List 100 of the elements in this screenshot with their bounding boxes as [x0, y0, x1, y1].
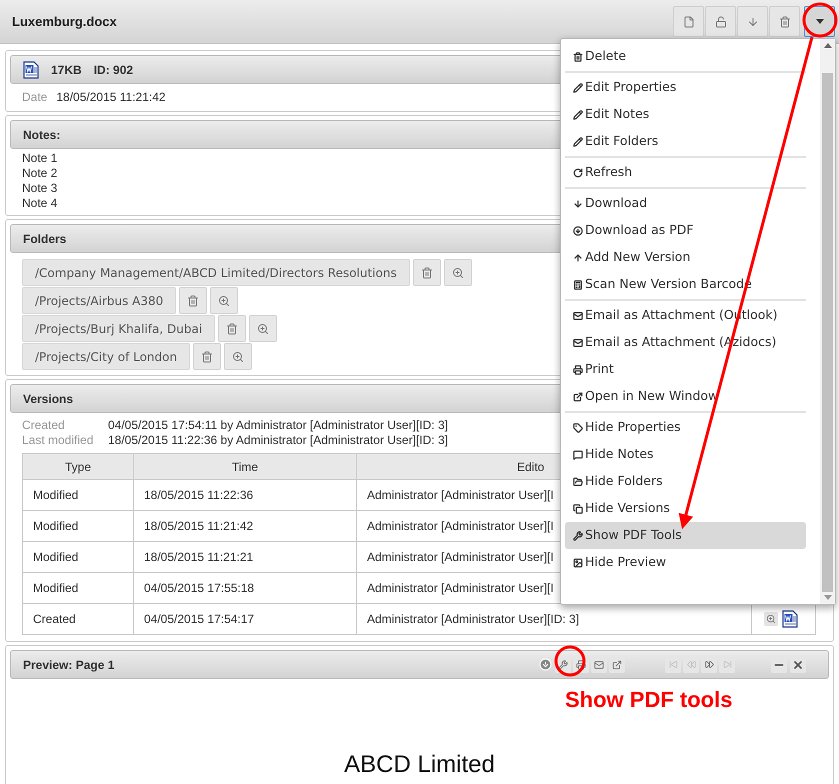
- tag-icon: [573, 422, 583, 432]
- menu-item[interactable]: Add New Version: [565, 244, 806, 271]
- printer-icon: [573, 364, 583, 374]
- zoom-icon: [257, 322, 270, 334]
- folders-title: Folders: [23, 230, 66, 248]
- download-pdf-button[interactable]: [538, 657, 553, 672]
- file-icon: [682, 16, 694, 28]
- menu-item[interactable]: Open in New Window: [565, 383, 806, 410]
- menu-item[interactable]: Show PDF Tools: [565, 522, 806, 549]
- mail-icon: [573, 338, 583, 348]
- table-cell: 18/05/2015 11:21:42: [134, 510, 356, 542]
- menu-item[interactable]: Edit Folders: [565, 128, 806, 155]
- open-folder-button[interactable]: [249, 315, 278, 342]
- note-line: Note 2: [22, 166, 58, 181]
- scrollbar-thumb[interactable]: [822, 73, 833, 592]
- table-cell: 04/05/2015 17:54:17: [134, 604, 356, 634]
- menu-item[interactable]: Edit Notes: [565, 101, 806, 128]
- file-id: ID: 902: [94, 62, 134, 78]
- trash-icon: [420, 266, 433, 278]
- close-icon: [792, 658, 804, 670]
- menu-item[interactable]: Download as PDF: [565, 217, 806, 244]
- table-cell: 18/05/2015 11:21:21: [134, 542, 356, 572]
- trash-icon: [187, 294, 200, 306]
- column-header: Time: [134, 454, 356, 480]
- pencil-icon: [573, 82, 583, 92]
- menu-item[interactable]: Edit Properties: [565, 74, 806, 101]
- note-line: Note 4: [22, 196, 58, 211]
- trash-icon: [573, 52, 583, 62]
- skip-forward-icon: [722, 660, 732, 669]
- download-circle-icon: [539, 658, 552, 671]
- document-heading: ABCD Limited: [344, 750, 495, 780]
- menu-item[interactable]: Refresh: [565, 159, 806, 186]
- open-folder-button[interactable]: [444, 259, 472, 286]
- table-cell: Modified: [22, 510, 134, 542]
- open-folder-button[interactable]: [210, 287, 238, 314]
- notes-title: Notes:: [23, 126, 60, 144]
- remove-folder-button[interactable]: [218, 315, 246, 342]
- unlock-icon: [714, 16, 726, 28]
- refresh-icon: [573, 168, 583, 178]
- remove-folder-button[interactable]: [193, 343, 222, 370]
- menu-item[interactable]: Download: [565, 190, 806, 217]
- remove-folder-button[interactable]: [412, 259, 441, 286]
- window-title: Luxemburg.docx: [12, 12, 117, 31]
- pencil-icon: [573, 110, 583, 120]
- date-value: 18/05/2015 11:21:42: [56, 89, 166, 106]
- document-icon: [782, 610, 798, 628]
- annotation-label: Show PDF tools: [565, 686, 732, 714]
- image-icon: [573, 558, 583, 568]
- folder-icon: [573, 476, 583, 486]
- modified-value: 18/05/2015 11:22:36 by Administrator [Administrator User][ID: 3]: [108, 433, 448, 448]
- folder-path-button[interactable]: /Company Management/ABCD Limited/Directors Resolutions: [22, 259, 410, 286]
- download-circle-icon: [573, 226, 583, 236]
- trash-icon: [778, 16, 790, 28]
- rewind-icon: [686, 660, 696, 669]
- external-link-icon: [612, 660, 622, 670]
- table-cell: Modified: [22, 480, 134, 510]
- arrow-down-icon: [573, 198, 583, 208]
- speech-bubble-icon: [573, 450, 583, 460]
- remove-folder-button[interactable]: [179, 287, 208, 314]
- zoom-icon: [218, 294, 230, 306]
- zoom-icon: [232, 350, 244, 362]
- zoom-icon: [452, 266, 464, 278]
- unlock-button[interactable]: [705, 6, 736, 37]
- highlight-circle: [802, 2, 838, 38]
- created-label: Created: [22, 418, 66, 433]
- caret-icon: [816, 19, 824, 24]
- arrow-down-icon: [746, 16, 758, 28]
- versions-title: Versions: [23, 390, 74, 408]
- table-cell: 04/05/2015 17:55:18: [134, 572, 356, 604]
- menu-item[interactable]: Delete: [565, 43, 806, 70]
- folder-path-button[interactable]: /Projects/Airbus A380: [22, 287, 176, 314]
- windows-icon: [573, 504, 583, 514]
- preview-title: Preview: Page 1: [23, 656, 114, 674]
- note-line: Note 1: [22, 151, 58, 166]
- arrow-up-icon: [573, 252, 583, 262]
- wrench-icon: [573, 530, 583, 540]
- external-link-icon: [573, 392, 583, 402]
- document-icon: [23, 60, 39, 78]
- note-line: Note 3: [22, 181, 58, 196]
- highlight-circle: [554, 646, 586, 676]
- modified-label: Last modified: [22, 433, 94, 448]
- menu-item[interactable]: Print: [565, 356, 806, 383]
- menu-item[interactable]: Hide Properties: [565, 414, 806, 441]
- created-value: 04/05/2015 17:54:11 by Administrator [Administrator User][ID: 3]: [108, 418, 448, 433]
- view-version-button[interactable]: [764, 612, 778, 626]
- table-cell: 18/05/2015 11:22:36: [134, 480, 356, 510]
- table-cell: Modified: [22, 572, 134, 604]
- date-label: Date: [22, 89, 48, 106]
- table-cell: Modified: [22, 542, 134, 572]
- delete-button[interactable]: [769, 6, 800, 37]
- table-cell: Created: [22, 604, 134, 634]
- trash-icon: [226, 322, 238, 334]
- pencil-icon: [573, 136, 583, 146]
- file-size: 17KB: [51, 62, 82, 78]
- folder-path-button[interactable]: /Projects/City of London: [22, 343, 190, 370]
- folder-path-button[interactable]: /Projects/Burj Khalifa, Dubai: [22, 315, 216, 342]
- new-file-button[interactable]: [673, 6, 704, 37]
- fast-forward-icon: [704, 660, 714, 669]
- open-folder-button[interactable]: [224, 343, 252, 370]
- skip-back-icon: [668, 660, 678, 669]
